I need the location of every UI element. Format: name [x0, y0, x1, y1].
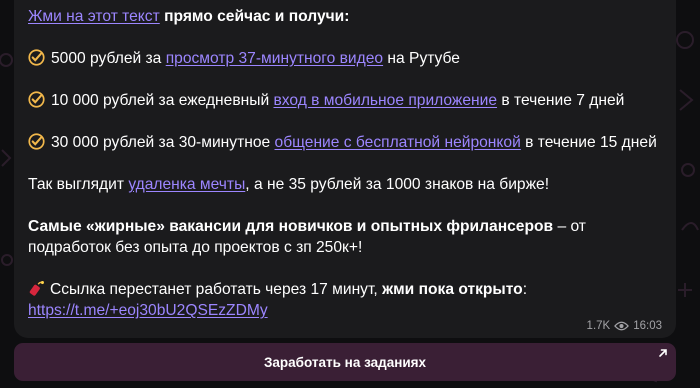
eye-icon: [614, 321, 630, 331]
message-bubble: Жми на этот текст прямо сейчас и получи:…: [14, 0, 676, 338]
offer-1-text: 5000 рублей за: [51, 50, 166, 67]
expiry-colon: :: [522, 281, 528, 298]
offer-2-link[interactable]: вход в мобильное приложение: [274, 92, 498, 109]
intro-line: Жми на этот текст прямо сейчас и получи:: [28, 6, 662, 27]
check-circle-emoji-icon: [28, 91, 45, 108]
firecracker-emoji-icon: [29, 281, 44, 296]
offer-line-2: 10 000 рублей за ежедневный вход в мобил…: [28, 90, 662, 111]
offer-1-suffix: на Рутубе: [383, 50, 460, 67]
vacancies-line: Самые «жирные» вакансии для новичков и о…: [28, 216, 662, 258]
expiry-text: Ссылка перестанет работать через 17 мину…: [50, 281, 383, 298]
expiry-line: Ссылка перестанет работать через 17 мину…: [28, 279, 662, 321]
offer-3-suffix: в течение 15 дней: [520, 134, 657, 151]
offer-3-text: 30 000 рублей за 30-минутное: [51, 134, 275, 151]
remote-work-suffix: , а не 35 рублей за 1000 знаков на бирже…: [245, 176, 550, 193]
check-circle-emoji-icon: [28, 133, 45, 150]
offer-3-link[interactable]: общение с бесплатной нейронкой: [275, 134, 521, 151]
intro-text: прямо сейчас и получи:: [159, 8, 350, 25]
message-meta: 1.7K 16:03: [587, 320, 662, 332]
remote-work-prefix: Так выглядит: [28, 176, 129, 193]
remote-work-link[interactable]: удаленка мечты: [128, 176, 245, 193]
remote-work-line: Так выглядит удаленка мечты, а не 35 руб…: [28, 174, 662, 195]
message-time: 16:03: [633, 320, 662, 332]
view-count: 1.7K: [586, 320, 611, 332]
earn-on-tasks-label: Заработать на заданиях: [263, 354, 427, 370]
expiry-bold: жми пока открыто: [382, 281, 523, 298]
offer-1-link[interactable]: просмотр 37-минутного видео: [166, 50, 383, 67]
offer-2-suffix: в течение 7 дней: [497, 92, 625, 109]
offer-line-3: 30 000 рублей за 30-минутное общение с б…: [28, 132, 662, 153]
vacancies-bold: Самые «жирные» вакансии для новичков и о…: [28, 218, 554, 235]
check-circle-emoji-icon: [28, 49, 45, 66]
intro-link[interactable]: Жми на этот текст: [28, 8, 160, 25]
offer-line-1: 5000 рублей за просмотр 37-минутного вид…: [28, 48, 662, 69]
arrow-up-right-icon: [659, 349, 667, 357]
invite-link[interactable]: https://t.me/+eoj30bU2QSEzZDMy: [28, 302, 268, 319]
earn-on-tasks-button[interactable]: Заработать на заданиях: [14, 343, 676, 381]
offer-2-text: 10 000 рублей за ежедневный: [51, 92, 274, 109]
